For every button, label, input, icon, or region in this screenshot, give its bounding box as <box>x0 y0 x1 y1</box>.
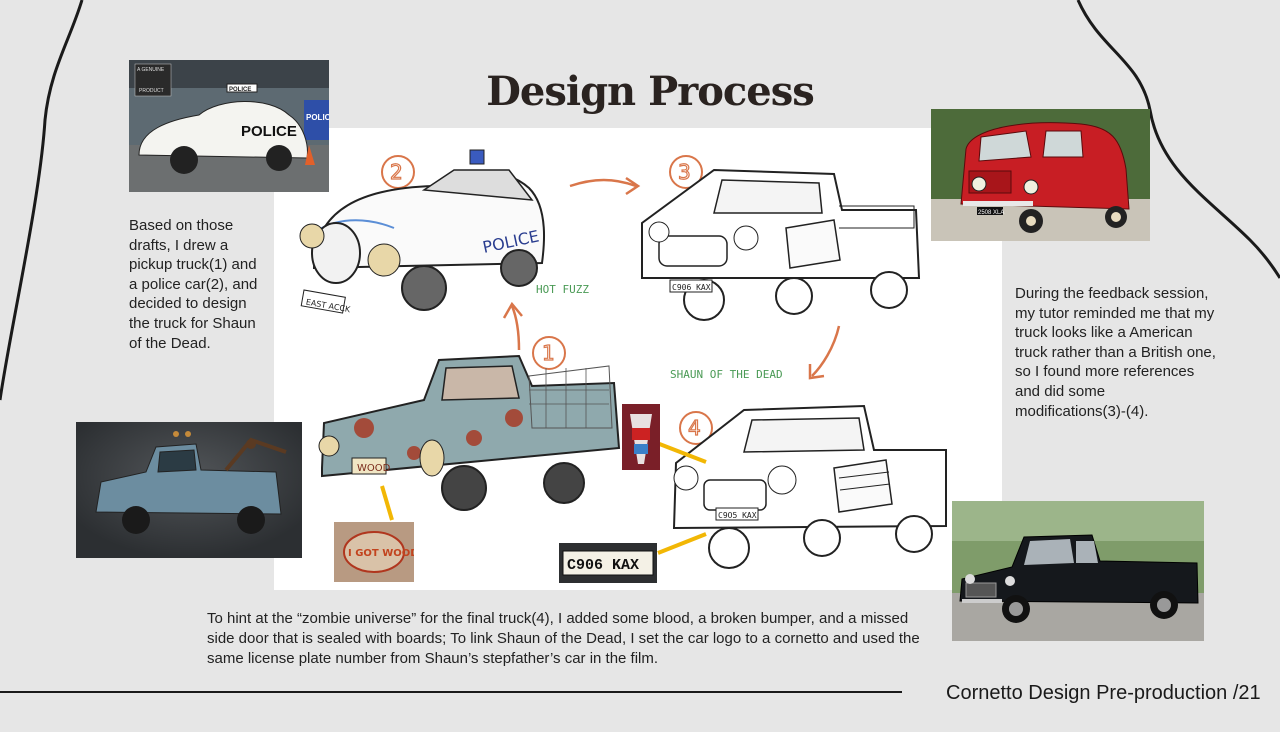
arrow-3-to-4 <box>811 325 841 377</box>
truck1-plate: WOOD <box>357 463 391 474</box>
police-roof-text: POLICE <box>229 87 251 93</box>
callout-line-wood <box>380 485 394 521</box>
police-side-text: POLICE <box>241 123 297 140</box>
police-car-photo: POLICE A GENUINE PRODUCT POLICE POLICE <box>129 60 329 192</box>
bottom-description: To hint at the “zombie universe” for the… <box>207 610 920 667</box>
step-4-label: 4 <box>688 416 701 440</box>
step-3-label: 3 <box>678 160 691 184</box>
page-title: Design Process <box>486 68 815 115</box>
step-1-label: 1 <box>542 341 555 365</box>
plate-closeup: C906 KAX <box>559 543 657 583</box>
hot-fuzz-label: HOT FUZZ <box>536 283 589 296</box>
mini-pickup-photo <box>952 501 1204 641</box>
i-got-wood-text: I GOT WOOD <box>348 548 414 559</box>
final-truck-sketch-4: 4 C9O5 KAX <box>672 404 947 569</box>
step-2-label: 2 <box>390 160 403 184</box>
pickup-sketch-3: 3 C906 KAX <box>641 155 921 321</box>
shaun-of-the-dead-label: SHAUN OF THE DEAD <box>670 368 783 381</box>
callout-line-plate <box>657 532 707 555</box>
rusty-pickup-sketch-1: 1 WOOD <box>318 336 621 511</box>
plate-closeup-text: C906 KAX <box>567 557 639 574</box>
police-car-sketch: 2 POLICE EAST ACCK HOT FUZZ <box>299 149 589 314</box>
truck4-plate: C9O5 KAX <box>718 511 757 520</box>
right-description: During the feedback session, my tutor re… <box>1015 285 1216 420</box>
cornetto-closeup <box>622 404 660 470</box>
badge-line-1: A GENUINE <box>137 67 165 73</box>
left-description: Based on those drafts, I drew a pickup t… <box>129 217 258 352</box>
footer-page-label: Cornetto Design Pre-production /21 <box>946 682 1261 704</box>
truck3-plate: C906 KAX <box>672 283 711 292</box>
sketch-panel: 2 POLICE EAST ACCK HOT FUZZ 3 C906 KAX S… <box>274 128 1002 590</box>
police-sign-text: POLICE <box>306 113 329 122</box>
sketch-canvas: 2 POLICE EAST ACCK HOT FUZZ 3 C906 KAX S… <box>299 149 947 569</box>
tow-truck-photo <box>76 422 302 558</box>
i-got-wood-closeup: I GOT WOOD <box>334 522 414 582</box>
arrow-2-to-3 <box>569 178 637 188</box>
red-truck-photo: 2508 XLA <box>931 109 1150 241</box>
badge-line-2: PRODUCT <box>139 88 164 94</box>
red-truck-plate: 2508 XLA <box>978 210 1004 216</box>
